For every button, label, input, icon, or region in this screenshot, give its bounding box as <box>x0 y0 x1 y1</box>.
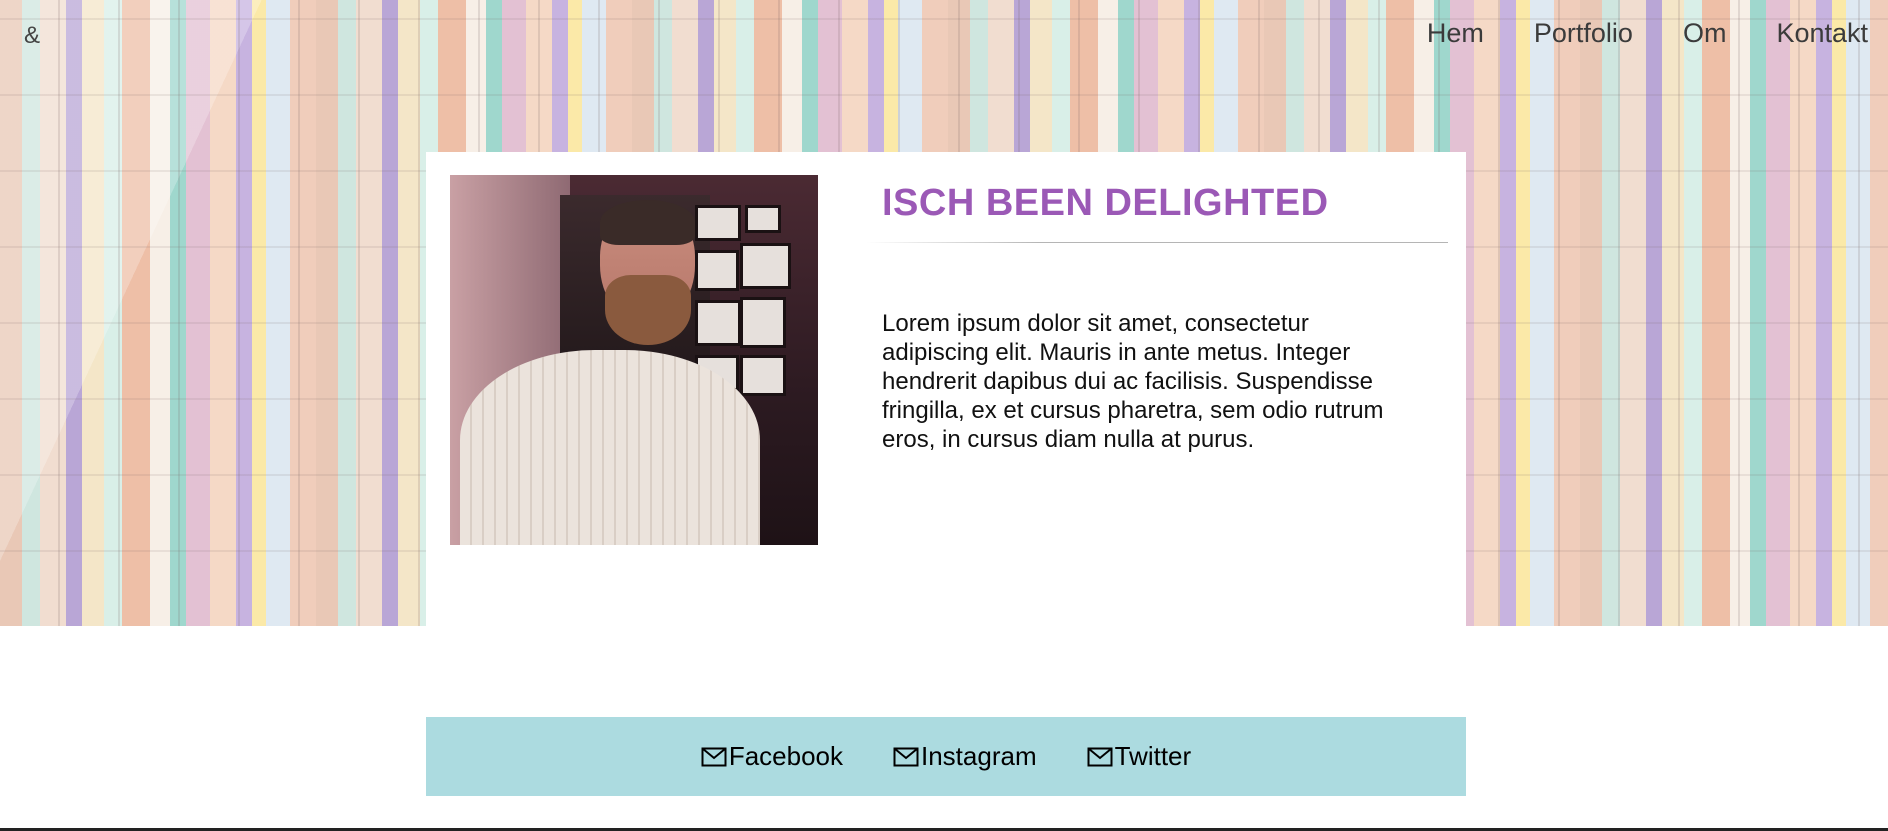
mail-icon <box>893 747 919 766</box>
site-logo[interactable]: & <box>24 22 40 50</box>
mail-icon <box>701 747 727 766</box>
footer-link-twitter[interactable]: Twitter <box>1087 741 1192 772</box>
mail-icon <box>1087 747 1113 766</box>
footer-link-label: Twitter <box>1114 741 1192 771</box>
nav-item-portfolio[interactable]: Portfolio <box>1534 18 1633 49</box>
card-title: ISCH BEEN DELIGHTED <box>882 182 1329 224</box>
main-nav: Hem Portfolio Om Kontakt <box>1427 18 1868 49</box>
social-footer: Facebook Instagram Twitter <box>426 717 1466 796</box>
footer-link-label: Instagram <box>921 741 1037 771</box>
footer-link-instagram[interactable]: Instagram <box>893 741 1037 772</box>
card-body-text: Lorem ipsum dolor sit amet, consectetur … <box>882 310 1384 453</box>
about-card: ISCH BEEN DELIGHTED Lorem ipsum dolor si… <box>426 152 1466 626</box>
nav-item-kontakt[interactable]: Kontakt <box>1776 18 1868 49</box>
title-divider <box>866 242 1448 243</box>
nav-item-om[interactable]: Om <box>1683 18 1727 49</box>
footer-link-facebook[interactable]: Facebook <box>701 741 843 772</box>
nav-item-hem[interactable]: Hem <box>1427 18 1484 49</box>
footer-link-label: Facebook <box>728 741 843 771</box>
profile-photo <box>450 175 818 545</box>
